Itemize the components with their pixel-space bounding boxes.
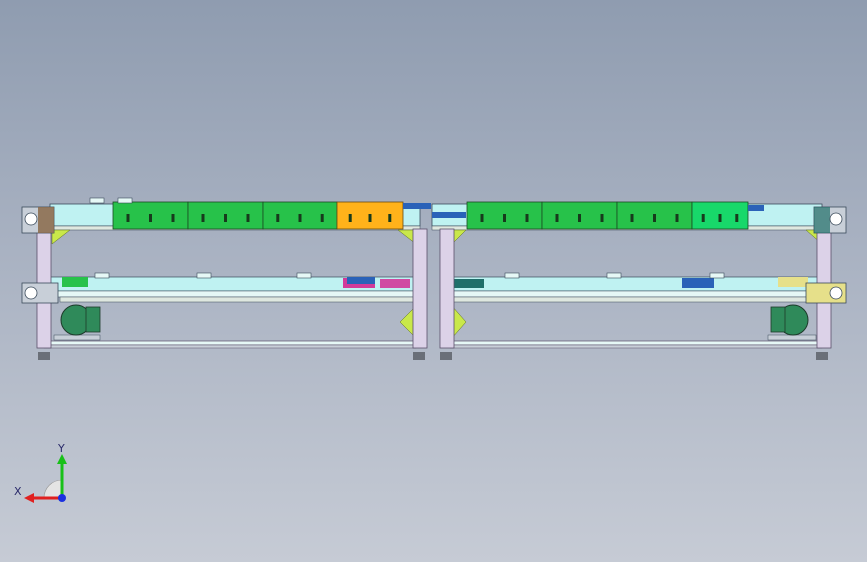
clamp-bracket <box>504 272 520 279</box>
motor-base-right <box>767 334 817 341</box>
blue-cap-right-2 <box>748 205 764 211</box>
clamp-bracket <box>117 197 133 204</box>
panel-fastener <box>368 214 372 222</box>
panel-fastener <box>224 214 227 222</box>
panel-fastener <box>653 214 656 222</box>
clamp-bracket <box>196 272 212 279</box>
panel-fastener <box>171 214 175 222</box>
panel-fastener <box>555 214 559 222</box>
sprocket-left-top <box>24 212 38 226</box>
sprocket-right-mid <box>829 286 843 300</box>
gearbox-right <box>770 306 786 333</box>
mid-rail-strip-right <box>449 290 811 298</box>
x-axis-arrow-icon <box>24 493 34 503</box>
right-conveyor-module[interactable] <box>431 201 847 360</box>
z-axis-dot-icon <box>58 494 66 502</box>
clamp-bracket <box>94 272 110 279</box>
brace-left <box>51 229 71 245</box>
panel-fastener <box>701 214 705 222</box>
motor-base-left <box>53 334 101 341</box>
base-rail-right <box>449 340 823 346</box>
sprocket-left-mid <box>24 286 38 300</box>
panel-fastener <box>348 214 352 222</box>
panel-fastener <box>525 214 529 222</box>
blue-cap-left <box>403 203 431 209</box>
base-rail-left-2 <box>43 344 417 349</box>
panel-fastener <box>718 214 722 222</box>
y-axis-label: Y <box>57 442 65 455</box>
panel-fastener <box>388 214 392 222</box>
foot-left-1 <box>38 352 50 360</box>
foot-right-2 <box>816 352 828 360</box>
blue-block-left <box>347 277 375 284</box>
blue-cap-right <box>432 212 466 218</box>
mid-rail-strip-left-2 <box>59 296 416 303</box>
magenta-block-2 <box>380 279 410 288</box>
foot-right-1 <box>440 352 452 360</box>
conveyor-model[interactable] <box>0 0 867 562</box>
clamp-bracket <box>89 197 105 204</box>
blue-block-right <box>682 278 714 288</box>
clamp-bracket <box>709 272 725 279</box>
coordinate-triad: Y X <box>14 442 67 503</box>
clamp-bracket <box>296 272 312 279</box>
panel-fastener <box>149 214 152 222</box>
panel-fastener <box>480 214 484 222</box>
clamp-bracket <box>606 272 622 279</box>
teal-block <box>452 279 484 288</box>
mid-rail-right <box>449 276 823 292</box>
yellow-plate <box>778 277 808 287</box>
panel-fastener <box>276 214 280 222</box>
corner-plate-left-brown <box>38 207 54 233</box>
graphics-viewport[interactable]: Y X <box>0 0 867 562</box>
leg-right-1 <box>439 228 455 349</box>
corner-plate-right-teal <box>814 207 830 233</box>
green-tab-left <box>62 277 88 287</box>
mid-rail-strip-right-2 <box>449 296 811 303</box>
gearbox-left <box>85 306 101 333</box>
leg-left-2 <box>412 228 428 349</box>
panel-fastener <box>735 214 739 222</box>
panel-fastener <box>578 214 581 222</box>
foot-left-2 <box>413 352 425 360</box>
panel-fastener <box>246 214 250 222</box>
panel-fastener <box>503 214 506 222</box>
panel-fastener <box>675 214 679 222</box>
y-axis-arrow-icon <box>57 454 67 464</box>
base-rail-left <box>43 340 417 346</box>
left-conveyor-module[interactable] <box>21 201 431 360</box>
panel-fastener <box>600 214 604 222</box>
panel-fastener <box>630 214 634 222</box>
sprocket-right-top <box>829 212 843 226</box>
mid-rail-strip-left <box>49 290 416 298</box>
panel-fastener <box>201 214 205 222</box>
panel-fastener <box>126 214 130 222</box>
panel-fastener <box>320 214 324 222</box>
base-rail-right-2 <box>449 344 823 349</box>
panel-fastener <box>298 214 302 222</box>
x-axis-label: X <box>14 485 22 498</box>
